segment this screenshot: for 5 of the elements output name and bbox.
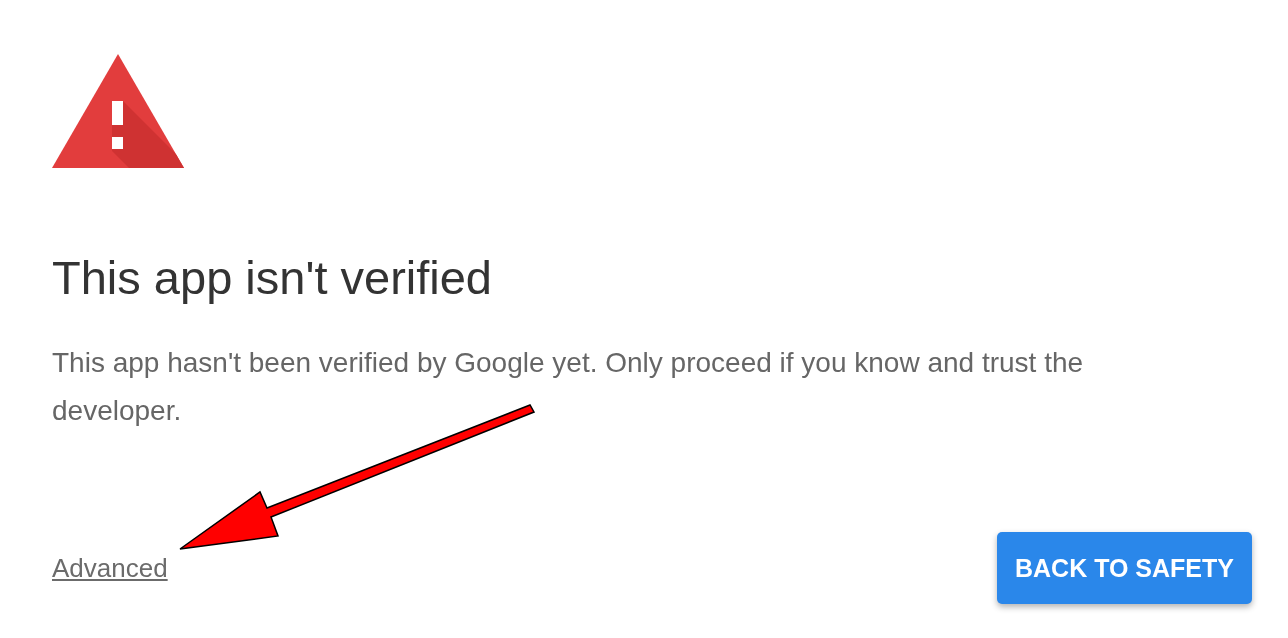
advanced-link[interactable]: Advanced <box>52 552 168 584</box>
back-to-safety-button[interactable]: BACK TO SAFETY <box>997 532 1252 604</box>
warning-icon <box>52 54 184 168</box>
alert-message: This app hasn't been verified by Google yet. Only proceed if you know and trust the developer. <box>52 346 1085 428</box>
alert-title: This app isn't verified <box>52 251 492 305</box>
